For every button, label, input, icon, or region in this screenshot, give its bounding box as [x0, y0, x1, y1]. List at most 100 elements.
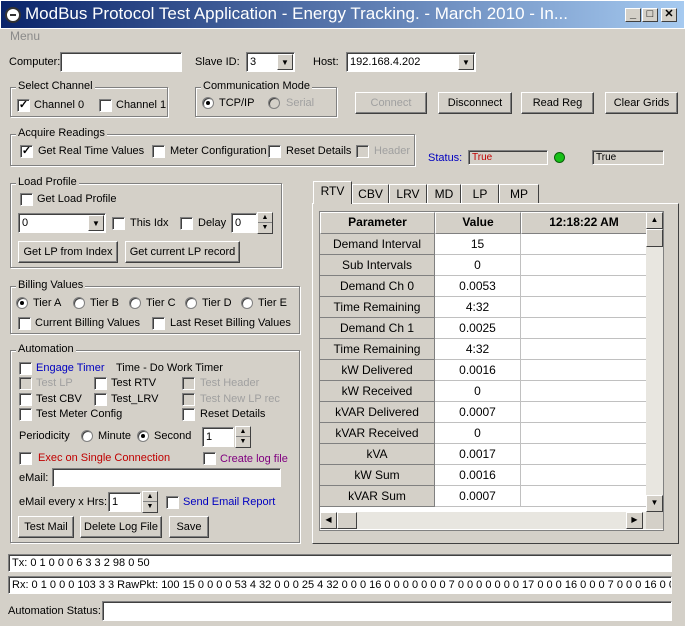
grid-cell-parameter[interactable]: kVAR Received [320, 423, 435, 444]
host-select[interactable]: 192.168.4.202 ▼ [346, 52, 476, 72]
grid-cell-value[interactable]: 0 [435, 255, 521, 276]
grid-cell-time[interactable] [521, 297, 647, 318]
tier-b-radio[interactable] [73, 297, 85, 309]
delay-stepper[interactable]: ▲ ▼ [257, 212, 273, 234]
grid-cell-value[interactable]: 0.0017 [435, 444, 521, 465]
grid-cell-parameter[interactable]: Time Remaining [320, 339, 435, 360]
last-reset-billing-checkbox[interactable] [152, 317, 165, 330]
test-lrv-checkbox[interactable] [94, 393, 107, 406]
grid-cell-value[interactable]: 0.0016 [435, 465, 521, 486]
grid-header-value[interactable]: Value [435, 212, 521, 234]
channel0-checkbox[interactable]: ✓ [17, 99, 30, 112]
scroll-down-icon[interactable]: ▼ [646, 495, 663, 512]
email-field[interactable] [52, 468, 281, 487]
exec-single-checkbox[interactable] [19, 452, 32, 465]
grid-cell-time[interactable] [521, 234, 647, 255]
grid-vertical-scrollbar[interactable]: ▲ ▼ [646, 212, 663, 512]
tier-e-radio[interactable] [241, 297, 253, 309]
lp-index-select[interactable]: 0 ▼ [18, 213, 106, 233]
chevron-down-icon[interactable]: ▼ [277, 54, 293, 70]
grid-cell-value[interactable]: 0.0007 [435, 486, 521, 507]
current-billing-checkbox[interactable] [18, 317, 31, 330]
grid-cell-parameter[interactable]: Time Remaining [320, 297, 435, 318]
grid-cell-time[interactable] [521, 318, 647, 339]
grid-cell-value[interactable]: 0.0053 [435, 276, 521, 297]
test-lp-checkbox[interactable] [19, 377, 32, 390]
grid-cell-time[interactable] [521, 465, 647, 486]
delay-input[interactable]: 0 [231, 213, 257, 233]
grid-cell-time[interactable] [521, 402, 647, 423]
grid-cell-time[interactable] [521, 444, 647, 465]
test-meter-config-checkbox[interactable] [19, 408, 32, 421]
chevron-down-icon[interactable]: ▼ [458, 54, 474, 70]
period-input[interactable]: 1 [202, 427, 234, 447]
get-lp-checkbox[interactable] [20, 193, 33, 206]
auto-reset-details-checkbox[interactable] [182, 408, 195, 421]
reset-details-checkbox[interactable] [268, 145, 281, 158]
meter-config-checkbox[interactable] [152, 145, 165, 158]
tab-cbv[interactable]: CBV [352, 184, 389, 204]
test-header-checkbox[interactable] [182, 377, 195, 390]
read-reg-button[interactable]: Read Reg [521, 92, 594, 114]
slave-id-select[interactable]: 3 ▼ [246, 52, 295, 72]
grid-cell-parameter[interactable]: Sub Intervals [320, 255, 435, 276]
grid-cell-value[interactable]: 0.0007 [435, 402, 521, 423]
computer-input[interactable] [60, 52, 182, 72]
minimize-button[interactable]: _ [625, 8, 641, 22]
grid-cell-value[interactable]: 15 [435, 234, 521, 255]
tier-d-radio[interactable] [185, 297, 197, 309]
vertical-scroll-thumb[interactable] [646, 229, 663, 247]
grid-cell-value[interactable]: 0.0016 [435, 360, 521, 381]
email-hours-input[interactable]: 1 [108, 492, 141, 512]
menu-item-menu[interactable]: Menu [10, 29, 40, 43]
app-icon[interactable] [5, 7, 21, 23]
tier-a-radio[interactable] [16, 297, 28, 309]
tcp-radio[interactable] [202, 97, 214, 109]
grid-cell-value[interactable]: 4:32 [435, 297, 521, 318]
grid-cell-parameter[interactable]: kW Sum [320, 465, 435, 486]
save-button[interactable]: Save [169, 516, 209, 538]
grid-cell-time[interactable] [521, 276, 647, 297]
channel1-checkbox[interactable] [99, 99, 112, 112]
grid-cell-time[interactable] [521, 339, 647, 360]
get-current-lp-button[interactable]: Get current LP record [125, 241, 240, 263]
scroll-right-icon[interactable]: ▶ [626, 512, 643, 529]
delay-checkbox[interactable] [180, 217, 193, 230]
tab-lp[interactable]: LP [461, 184, 499, 204]
grid-horizontal-scrollbar[interactable]: ◀ ▶ [320, 512, 646, 529]
grid-cell-parameter[interactable]: Demand Ch 0 [320, 276, 435, 297]
grid-cell-value[interactable]: 0 [435, 381, 521, 402]
send-report-checkbox[interactable] [166, 496, 179, 509]
grid-header-parameter[interactable]: Parameter [320, 212, 435, 234]
real-time-checkbox[interactable]: ✓ [20, 145, 33, 158]
engage-timer-checkbox[interactable] [19, 362, 32, 375]
test-cbv-checkbox[interactable] [19, 393, 32, 406]
this-idx-checkbox[interactable] [112, 217, 125, 230]
grid-cell-parameter[interactable]: kW Delivered [320, 360, 435, 381]
grid-cell-time[interactable] [521, 423, 647, 444]
tab-mp[interactable]: MP [499, 184, 539, 204]
tab-md[interactable]: MD [427, 184, 461, 204]
grid-cell-parameter[interactable]: Demand Ch 1 [320, 318, 435, 339]
connect-button[interactable]: Connect [355, 92, 427, 114]
test-rtv-checkbox[interactable] [94, 377, 107, 390]
clear-grids-button[interactable]: Clear Grids [605, 92, 678, 114]
tier-c-radio[interactable] [129, 297, 141, 309]
create-log-checkbox[interactable] [203, 452, 216, 465]
tab-rtv[interactable]: RTV [313, 181, 352, 204]
tab-lrv[interactable]: LRV [389, 184, 427, 204]
disconnect-button[interactable]: Disconnect [438, 92, 512, 114]
test-new-lp-checkbox[interactable] [182, 393, 195, 406]
scroll-up-icon[interactable]: ▲ [646, 212, 663, 229]
scroll-left-icon[interactable]: ◀ [320, 512, 337, 529]
serial-radio[interactable] [268, 97, 280, 109]
get-lp-index-button[interactable]: Get LP from Index [18, 241, 118, 263]
grid-cell-parameter[interactable]: kVAR Sum [320, 486, 435, 507]
grid-cell-time[interactable] [521, 255, 647, 276]
header-checkbox[interactable] [356, 145, 369, 158]
maximize-button[interactable]: □ [642, 8, 658, 22]
delete-log-button[interactable]: Delete Log File [80, 516, 162, 538]
grid-cell-value[interactable]: 4:32 [435, 339, 521, 360]
second-radio[interactable] [137, 430, 149, 442]
grid-cell-time[interactable] [521, 486, 647, 507]
